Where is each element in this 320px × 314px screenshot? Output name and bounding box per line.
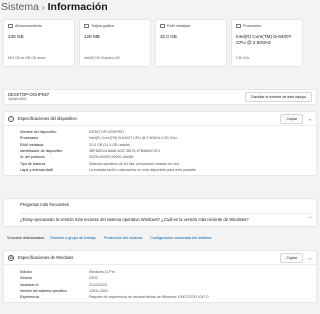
related-links: Vínculos relacionados Dominio o grupo de… — [3, 232, 317, 244]
info-icon: i — [8, 115, 14, 122]
chevron-up-icon[interactable]: ︿ — [308, 116, 312, 122]
storage-card: Almacenamiento 238 GB 85.8 GB de 238 GB … — [3, 19, 75, 67]
windows-logo-icon: ⊞ — [8, 254, 14, 261]
copy-button[interactable]: Copiar — [280, 113, 303, 124]
spec-value: Intel(R) Core(TM) i5-6400T CPU @ 2.50GHz… — [89, 136, 177, 141]
spec-key: Procesador — [20, 136, 39, 141]
gpu-card: Tarjeta gráfica 128 MB Intel(R) HD Graph… — [79, 19, 151, 67]
ram-card: RAM instalada 32,0 GB — [155, 19, 227, 67]
processor-icon — [236, 24, 241, 28]
faq-section: Preguntas más frecuentes ¿Estoy ejecutan… — [3, 198, 317, 227]
spec-key: Edición — [20, 270, 32, 275]
spec-key: Id. del producto — [20, 155, 45, 160]
card-sub: 2.50 GHz — [236, 56, 250, 60]
card-value: Intel(R) Core(TM) i5-6400T CPU @ 2.50GHz — [236, 34, 292, 45]
spec-value: DESKTOP-OGHPS57 — [89, 130, 125, 135]
spec-key: RAM instalada — [20, 142, 44, 147]
spec-value: 32,0 GB (31,9 GB usable) — [89, 142, 131, 147]
chevron-up-icon[interactable]: ︿ — [308, 255, 312, 261]
spec-value: 00330-80000-00000-AA088 — [89, 155, 134, 160]
card-value: 32,0 GB — [160, 34, 177, 39]
card-sub: 85.8 GB de 238 GB usado — [8, 56, 46, 60]
spec-row: Experiencia Paquete de experiencia de car… — [20, 294, 316, 300]
device-specs-header[interactable]: i Especificaciones del dispositivo Copiar… — [4, 112, 316, 126]
spec-key: Nombre del dispositivo — [20, 130, 57, 135]
device-specs-section: i Especificaciones del dispositivo Copiar… — [3, 111, 317, 177]
card-value: 238 GB — [8, 34, 24, 39]
windows-specs-header[interactable]: ⊞ Especificaciones de Windows Copiar ︿ — [4, 251, 316, 265]
link-domain-workgroup[interactable]: Dominio o grupo de trabajo — [50, 236, 96, 240]
windows-specs-section: ⊞ Especificaciones de Windows Copiar ︿ Edi… — [3, 250, 317, 304]
breadcrumb-separator: › — [41, 2, 45, 12]
related-links-label: Vínculos relacionados — [7, 236, 45, 240]
spec-value: Windows 11 Pro — [89, 270, 115, 275]
faq-question[interactable]: ¿Estoy ejecutando la versión más recient… — [20, 213, 312, 224]
card-label: Almacenamiento — [15, 24, 42, 28]
spec-value: 3BFB8D2A-8688-4B27-B678-1FB5884C9C1 — [89, 149, 161, 154]
faq-title: Preguntas más frecuentes — [20, 202, 69, 207]
breadcrumb-parent[interactable]: Sistema — [1, 1, 39, 13]
spec-row: Lápiz y entrada táctil La entrada táctil … — [20, 167, 316, 173]
spec-value: 23H2 — [89, 276, 98, 281]
page-title: Información — [47, 1, 108, 13]
chevron-down-icon[interactable]: ﹀ — [308, 216, 312, 222]
link-system-protection[interactable]: Protección del sistema — [104, 236, 142, 240]
page-header: Sistema › Información — [0, 0, 108, 14]
spec-key: Versión del sistema operativo — [20, 289, 67, 294]
section-title: Especificaciones del dispositivo — [18, 116, 77, 121]
storage-icon — [8, 24, 13, 28]
spec-value: Paquete de experiencia de característica… — [89, 295, 209, 300]
spec-value: Sistema operativo de 64 bits, procesador… — [89, 161, 179, 166]
spec-key: Identificador de dispositivo — [20, 149, 63, 154]
spec-key: Lápiz y entrada táctil — [20, 167, 53, 172]
device-model: Optiplex3050 — [8, 97, 27, 102]
card-value: 128 MB — [84, 34, 100, 39]
spec-key: Versión — [20, 276, 32, 281]
card-label: RAM instalada — [167, 24, 191, 28]
device-name-row: DESKTOP-OGHPS57 Optiplex3050 Cambiar el … — [3, 89, 317, 105]
faq-question-text: ¿Estoy ejecutando la versión más recient… — [20, 216, 249, 222]
card-label: Tarjeta gráfica — [91, 24, 114, 28]
spec-value: 21/12/2023 — [89, 282, 107, 287]
spec-value: 22631.4391 — [89, 289, 108, 294]
spec-key: Experiencia — [20, 295, 39, 300]
processor-card: Procesador Intel(R) Core(TM) i5-6400T CP… — [231, 19, 303, 67]
spec-cards: Almacenamiento 238 GB 85.8 GB de 238 GB … — [3, 19, 303, 67]
card-sub: Intel(R) HD Graphics 630 — [84, 56, 120, 60]
copy-button[interactable]: Copiar — [280, 252, 303, 263]
ram-icon — [160, 24, 165, 28]
gpu-icon — [84, 24, 89, 28]
spec-value: La entrada táctil o manuscrita no está d… — [89, 167, 196, 172]
link-advanced-settings[interactable]: Configuración avanzada del sistema — [150, 236, 211, 240]
rename-pc-button[interactable]: Cambiar el nombre de este equipo — [244, 92, 312, 102]
spec-key: Instalado el — [20, 282, 39, 287]
section-title: Especificaciones de Windows — [18, 255, 74, 260]
card-label: Procesador — [243, 24, 262, 28]
spec-key: Tipo de sistema — [20, 161, 46, 166]
